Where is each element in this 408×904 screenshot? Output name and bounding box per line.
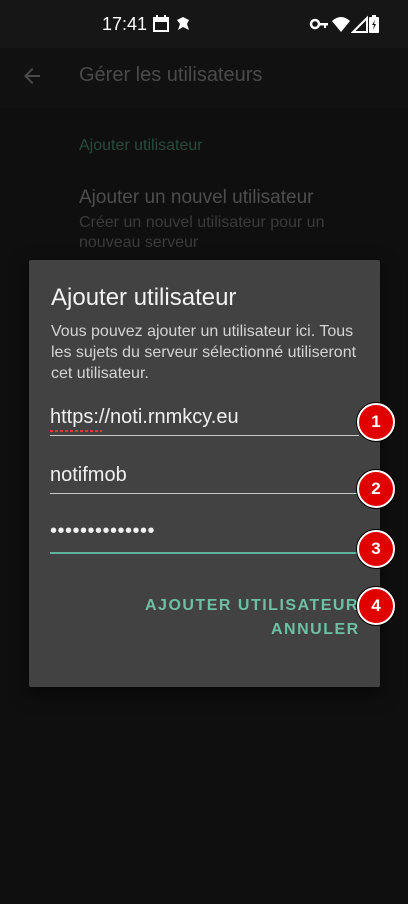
- annotation-marker-1: 1: [357, 403, 395, 441]
- password-field[interactable]: ••••••••••••••: [50, 520, 359, 554]
- app-notification-icon: [177, 17, 189, 30]
- spellcheck-underline: [50, 430, 102, 432]
- page-title: Gérer les utilisateurs: [79, 64, 263, 86]
- annotation-marker-2: 2: [357, 470, 395, 508]
- add-user-item-description: Créer un nouvel utilisateur pour un nouv…: [79, 214, 325, 251]
- status-time: 17:41: [102, 14, 148, 34]
- cancel-button[interactable]: ANNULER: [271, 621, 360, 639]
- field-underline: [50, 493, 359, 494]
- key-icon: [309, 18, 328, 30]
- dialog-message: Vous pouvez ajouter un utilisateur ici. …: [51, 323, 357, 382]
- battery-icon: [369, 15, 379, 33]
- status-bar: 17:41: [0, 0, 408, 48]
- username-value: notifmob: [50, 464, 127, 486]
- password-value: ••••••••••••••: [50, 520, 156, 542]
- signal-icon: [351, 15, 368, 33]
- calendar-icon: [153, 15, 169, 32]
- add-user-item-title[interactable]: Ajouter un nouvel utilisateur: [79, 187, 313, 209]
- add-user-button[interactable]: AJOUTER UTILISATEUR: [145, 597, 359, 615]
- field-underline: [50, 552, 359, 554]
- annotation-marker-3: 3: [357, 530, 395, 568]
- server-url-field[interactable]: https://noti.rnmkcy.eu: [50, 402, 359, 436]
- arrow-left-icon[interactable]: [20, 64, 44, 88]
- username-field[interactable]: notifmob: [50, 460, 359, 494]
- server-url-value: https://noti.rnmkcy.eu: [50, 406, 239, 428]
- section-header: Ajouter utilisateur: [79, 137, 203, 154]
- dialog-title: Ajouter utilisateur: [51, 284, 237, 311]
- annotation-marker-4: 4: [357, 587, 395, 625]
- field-underline: [50, 435, 359, 436]
- add-user-dialog: Ajouter utilisateur Vous pouvez ajouter …: [29, 260, 380, 687]
- wifi-icon: [332, 17, 350, 32]
